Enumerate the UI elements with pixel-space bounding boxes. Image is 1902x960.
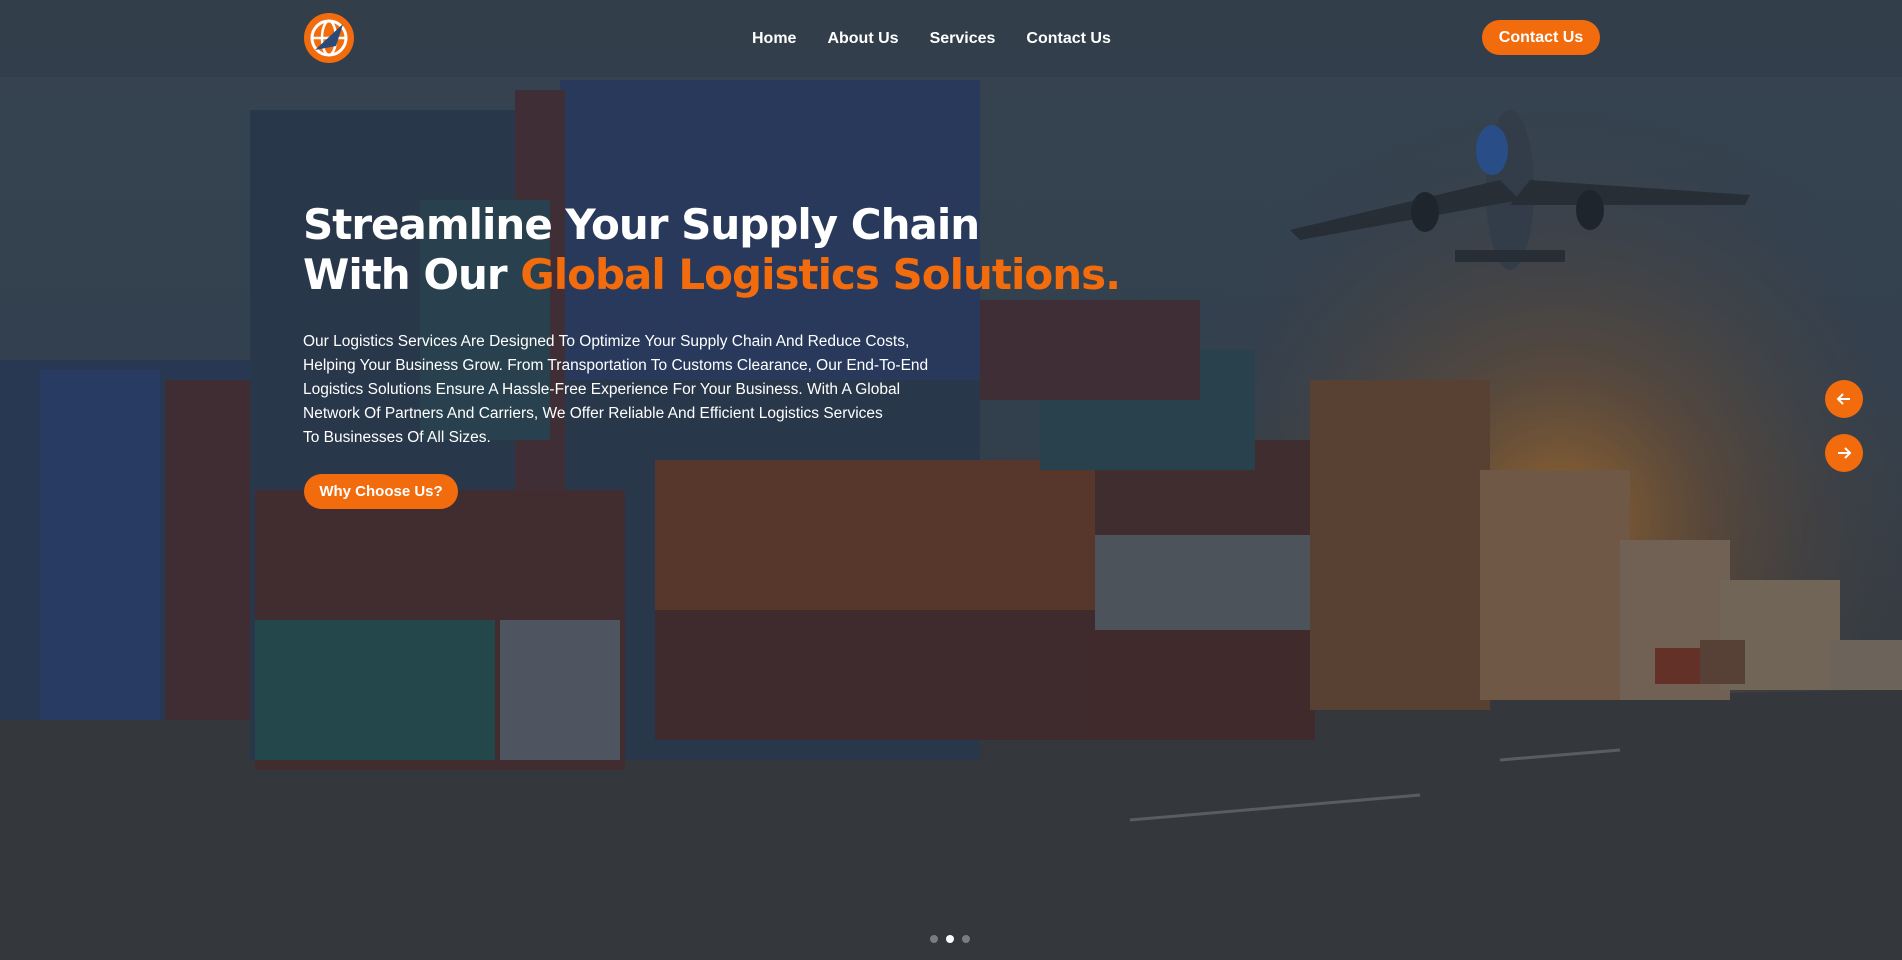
slider-dot[interactable] [946,935,954,943]
nav-link-contact-us[interactable]: Contact Us [1026,30,1110,48]
headline-accent: Global Logistics Solutions. [520,250,1121,299]
description-line: Helping Your Business Grow. From Transpo… [303,357,929,374]
headline-line-2: With Our Global Logistics Solutions. [303,250,1121,300]
slider-dot[interactable] [962,935,970,943]
hero-description: Our Logistics Services Are Designed To O… [303,330,943,450]
header-bar: Home About Us Services Contact Us Contac… [0,0,1902,77]
description-line: Our Logistics Services Are Designed To O… [303,333,910,350]
why-choose-us-button[interactable]: Why Choose Us? [304,474,458,509]
main-nav: Home About Us Services Contact Us [752,0,1142,77]
description-line: Network Of Partners And Carriers, We Off… [303,405,883,422]
globe-plane-logo-icon[interactable] [303,12,355,64]
slider-prev-button[interactable] [1825,380,1863,418]
arrow-left-icon [1836,393,1850,405]
nav-link-services[interactable]: Services [930,30,996,48]
nav-link-home[interactable]: Home [752,30,796,48]
arrow-right-icon [1838,447,1852,459]
slider-pagination [930,935,970,943]
nav-link-about-us[interactable]: About Us [827,30,898,48]
slider-dot[interactable] [930,935,938,943]
hero-headline: Streamline Your Supply Chain With Our Gl… [303,200,1121,300]
description-line: Logistics Solutions Ensure A Hassle-Free… [303,381,901,398]
slider-next-button[interactable] [1825,434,1863,472]
dark-overlay [0,0,1902,960]
header-contact-button[interactable]: Contact Us [1482,20,1600,55]
headline-line-1: Streamline Your Supply Chain [303,200,980,249]
description-line: To Businesses Of All Sizes. [303,429,491,446]
headline-prefix: With Our [303,250,521,299]
hero-section: Home About Us Services Contact Us Contac… [0,0,1902,960]
